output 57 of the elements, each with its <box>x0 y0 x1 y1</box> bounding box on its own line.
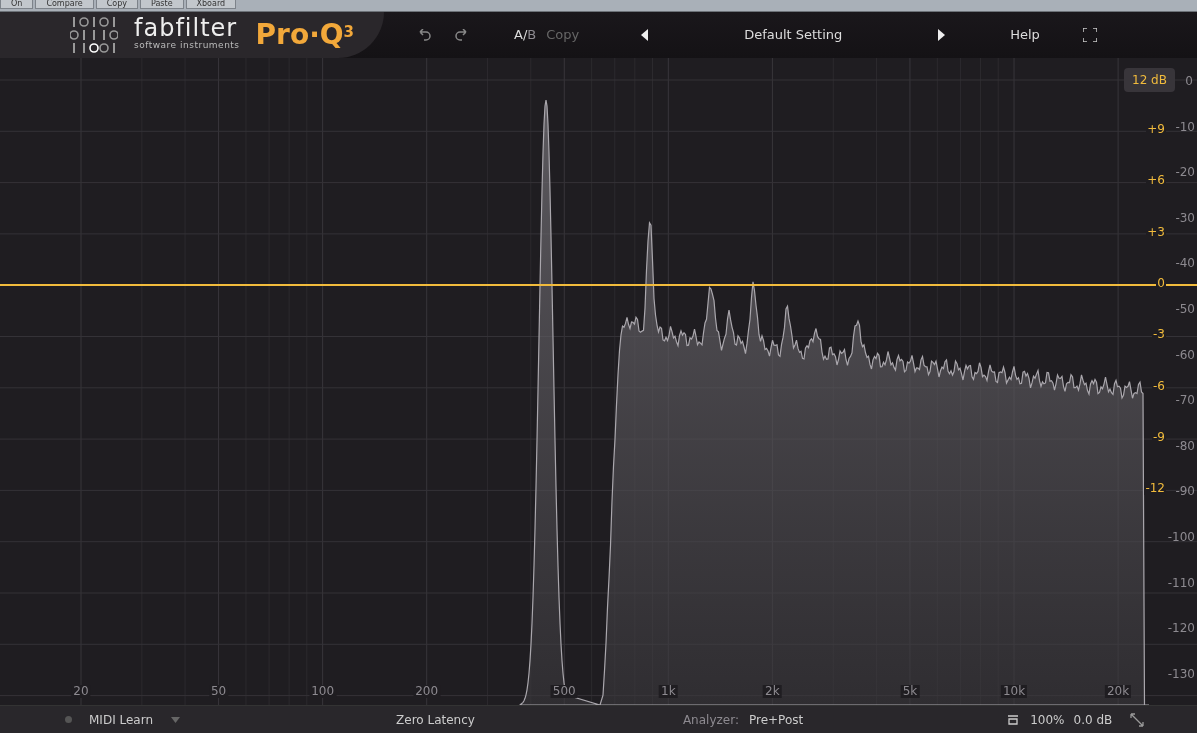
preset-name[interactable]: Default Setting <box>648 25 939 45</box>
host-button[interactable]: Xboard <box>185 0 237 9</box>
brand-name: fabfilter <box>134 17 238 40</box>
range-button[interactable]: 12 dB <box>1124 68 1175 92</box>
analyzer-label: Analyzer: <box>682 711 739 729</box>
analyzer-scale-label: -50 <box>1175 301 1195 318</box>
analyzer-scale-label: -100 <box>1167 529 1195 546</box>
caret-icon[interactable] <box>171 716 181 723</box>
frequency-label: 2k <box>763 685 782 698</box>
product-name: Pro·Q$^{3}$ <box>255 17 355 53</box>
analyzer-button[interactable]: Pre+Post <box>748 710 804 729</box>
analyzer-scale-label: -120 <box>1167 620 1195 638</box>
logo-icon <box>70 16 118 54</box>
frequency-label: 500 <box>550 685 578 698</box>
frequency-label: 50 <box>208 685 229 698</box>
previous-icon[interactable] <box>641 29 649 41</box>
analyzer-scale-label: -110 <box>1167 574 1195 592</box>
output-scale[interactable]: 100% <box>1030 710 1065 729</box>
analyzer-scale-label: 0 <box>1185 73 1193 90</box>
eq-scale-label: +3 <box>1146 225 1166 239</box>
frequency-label: 10k <box>1000 685 1028 698</box>
frequency-label: 1k <box>659 685 678 698</box>
frequency-label: 200 <box>413 685 441 698</box>
analyzer-scale-label: -40 <box>1175 255 1195 273</box>
analyzer-scale-label: -20 <box>1175 164 1195 182</box>
ab-button[interactable]: A/B <box>514 25 537 45</box>
eq-scale-label: 0 <box>1156 276 1166 290</box>
midi-learn-button[interactable]: MIDI Learn <box>89 710 154 729</box>
dot-icon <box>65 716 72 723</box>
brand-tagline: software instruments <box>134 39 240 53</box>
host-button[interactable]: Paste <box>139 0 184 9</box>
frequency-label: 20 <box>71 685 91 698</box>
eq-scale-label: +9 <box>1146 123 1166 136</box>
eq-scale-label: -6 <box>1152 379 1166 393</box>
analyzer-scale-label: -60 <box>1175 346 1195 364</box>
frequency-label: 20k <box>1105 685 1132 698</box>
bypass-icon[interactable] <box>1008 714 1019 725</box>
analyzer-scale-label: -30 <box>1175 209 1195 227</box>
analyzer-scale-label: -130 <box>1167 665 1195 683</box>
eq-scale-label: -12 <box>1144 482 1166 496</box>
eq-scale-label: -9 <box>1152 430 1166 444</box>
host-button[interactable]: On <box>0 0 34 9</box>
analyzer-scale-label: -90 <box>1175 483 1195 501</box>
resize-icon[interactable] <box>1130 712 1145 727</box>
host-button[interactable]: Compare <box>35 0 94 9</box>
host-button[interactable]: Copy <box>95 0 138 9</box>
output-gain[interactable]: 0.0 dB <box>1073 710 1113 729</box>
frequency-label: 100 <box>309 685 337 698</box>
help-link[interactable]: Help <box>1010 25 1040 45</box>
frequency-label: 5k <box>900 685 920 698</box>
analyzer-scale-label: -70 <box>1175 392 1195 410</box>
analyzer-scale-label: -10 <box>1175 118 1195 136</box>
fullscreen-icon[interactable] <box>1082 28 1097 42</box>
next-icon[interactable] <box>938 29 946 41</box>
undo-icon[interactable] <box>416 29 433 41</box>
latency-button[interactable]: Zero Latency <box>396 710 475 729</box>
analyzer-scale-label: -80 <box>1175 437 1195 455</box>
